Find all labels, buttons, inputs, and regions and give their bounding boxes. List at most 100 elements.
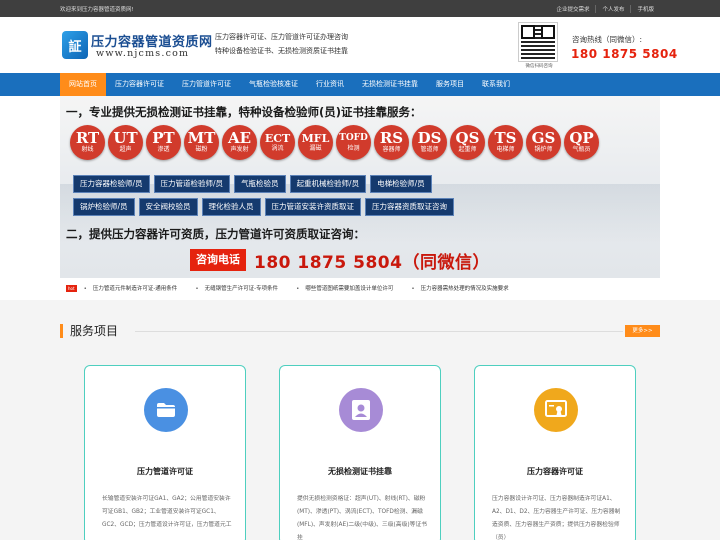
nav-services[interactable]: 服务项目 (427, 73, 473, 96)
main-nav: 网站首页 压力容器许可证 压力管道许可证 气瓶检验核准证 行业资讯 无损检测证书… (0, 73, 720, 96)
tag-boiler-inspector: 锅炉检验师/员 (73, 198, 135, 216)
circle-label: 渗透 (157, 146, 170, 153)
circle-label: 管道师 (420, 146, 439, 153)
circle-ts: TS 电梯师 (488, 125, 523, 160)
tag-crane-inspector: 起重机械检验师/员 (289, 175, 367, 193)
circle-tofd: TOFD 检测 (336, 125, 371, 160)
tag-elevator-inspector: 电梯检验师/员 (370, 175, 432, 193)
circle-abbr: ECT (264, 132, 291, 145)
site-logo[interactable]: 証 (62, 31, 88, 59)
site-header: 証 压力容器管道资质网 www.njcms.com 压力容器许可证、压力管道许可… (0, 17, 720, 73)
circle-abbr: RS (379, 129, 404, 147)
card-title: 无损检测证书挂靠 (328, 467, 392, 476)
circle-mt: MT 磁粉 (184, 125, 219, 160)
circle-label: 检测 (347, 145, 360, 152)
section-divider (135, 331, 623, 332)
folder-icon (144, 388, 188, 432)
circle-pt: PT 渗透 (146, 125, 181, 160)
ticker-item[interactable]: 哪些管道图纸需要加盖设计单位许可 (296, 284, 393, 292)
top-link-mobile[interactable]: 手机版 (630, 4, 660, 13)
hot-badge: hot (66, 284, 77, 292)
slogan-line-1: 压力容器许可证、压力管道许可证办理咨询 (215, 33, 348, 41)
nav-pressure-pipe-license[interactable]: 压力管道许可证 (173, 73, 240, 96)
hotline-label: 咨询热线（同微信）: (572, 35, 643, 44)
more-button[interactable]: 更多>> (625, 325, 660, 337)
circle-rt: RT 射线 (70, 125, 105, 160)
nav-cylinder-inspection[interactable]: 气瓶检验核准证 (240, 73, 307, 96)
nav-industry-news[interactable]: 行业资讯 (307, 73, 353, 96)
consult-number: 180 1875 5804（同微信） (254, 252, 490, 273)
circle-label: 磁粉 (195, 146, 208, 153)
circle-label: 电梯师 (496, 146, 515, 153)
ticker-item[interactable]: 压力管道元件制造许可证-通用条件 (84, 284, 178, 292)
user-icon (339, 388, 383, 432)
card-title: 压力管道许可证 (137, 467, 193, 476)
inspector-tags-row-2: 锅炉检验师/员 安全阀校验员 理化检验人员 压力管道安装许资质取证 压力容器资质… (73, 198, 455, 216)
circle-abbr: QS (455, 129, 480, 147)
nav-contact[interactable]: 联系我们 (473, 73, 519, 96)
circle-label: 射线 (81, 146, 94, 153)
circle-abbr: RT (75, 129, 100, 147)
circle-label: 漏磁 (309, 145, 322, 152)
circle-abbr: DS (417, 129, 442, 147)
circle-ut: UT 超声 (108, 125, 143, 160)
service-card-pipe-license[interactable]: 压力管道许可证 长输管道安装许可证GA1、GA2；公用管道安装许可证GB1、GB… (84, 365, 246, 540)
circle-label: 涡流 (271, 145, 284, 152)
circle-abbr: MT (187, 129, 216, 147)
circle-rs: RS 容器师 (374, 125, 409, 160)
news-ticker: hot 压力管道元件制造许可证-通用条件 无缝钢管生产许可证-专项条件 哪些管道… (60, 281, 660, 295)
nav-ndt-certificate[interactable]: 无损检测证书挂靠 (353, 73, 427, 96)
banner-heading-1: 一，专业提供无损检测证书挂靠，特种设备检验师(员)证书挂靠服务： (66, 105, 422, 119)
services-title: 服务项目 (60, 324, 118, 338)
circle-abbr: MFL (301, 132, 330, 145)
top-bar: 欢迎来到压力容器管道资质网! 企业提交需求 个人发布 手机版 (0, 0, 720, 17)
circle-abbr: TOFD (339, 133, 368, 143)
banner-heading-2: 二，提供压力容器许可资质，压力管道许可资质取证咨询： (66, 227, 365, 241)
tag-vessel-inspector: 压力容器检验师/员 (73, 175, 150, 193)
top-link-personal-post[interactable]: 个人发布 (595, 4, 630, 13)
tag-pipe-install: 压力管道安装许资质取证 (264, 198, 362, 216)
ticker-item[interactable]: 无缝钢管生产许可证-专项条件 (195, 284, 279, 292)
tag-physchem: 理化检验人员 (201, 198, 261, 216)
inspector-tags-row-1: 压力容器检验师/员 压力管道检验师/员 气瓶检验员 起重机械检验师/员 电梯检验… (73, 175, 432, 193)
circle-mfl: MFL 漏磁 (298, 125, 333, 160)
tag-vessel-qualification: 压力容器资质取证咨询 (365, 198, 455, 216)
circle-label: 锅炉师 (534, 146, 553, 153)
card-description: 提供无损检测资格证：超声(UT)、射线(RT)、磁粉(MT)、渗透(PT)、涡流… (297, 496, 428, 540)
circle-ds: DS 管道师 (412, 125, 447, 160)
service-card-ndt-certificate[interactable]: 无损检测证书挂靠 提供无损检测资格证：超声(UT)、射线(RT)、磁粉(MT)、… (279, 365, 441, 540)
card-title: 压力容器许可证 (527, 467, 583, 476)
circle-label: 气瓶员 (572, 146, 591, 153)
certificate-icon (534, 388, 578, 432)
tag-pipe-inspector: 压力管道检验师/员 (153, 175, 231, 193)
tag-cylinder-inspector: 气瓶检验员 (234, 175, 286, 193)
service-card-vessel-license[interactable]: 压力容器许可证 压力容器设计许可证、压力容器制造许可证A1、A2、D1、D2、压… (474, 365, 636, 540)
nav-home[interactable]: 网站首页 (60, 73, 106, 96)
circle-qp: QP 气瓶员 (564, 125, 599, 160)
circle-abbr: AE (227, 129, 252, 147)
slogan-line-2: 特种设备检验证书、无损检测资质证书挂靠 (215, 47, 348, 55)
circle-abbr: QP (569, 129, 594, 147)
circle-ae: AE 声发射 (222, 125, 257, 160)
circle-gs: GS 锅炉师 (526, 125, 561, 160)
circle-label: 容器师 (382, 146, 401, 153)
circle-abbr: GS (531, 129, 556, 147)
ndt-method-circles: RT 射线 UT 超声 PT 渗透 MT 磁粉 AE 声发射 ECT 涡流 MFL 漏磁 TO… (70, 125, 599, 160)
circle-abbr: TS (494, 129, 517, 147)
circle-label: 声发射 (230, 146, 249, 153)
card-description: 长输管道安装许可证GA1、GA2；公用管道安装许可证GB1、GB2；工业管道安装… (102, 496, 232, 528)
hotline-number: 180 1875 5804 (571, 47, 678, 61)
wechat-qr-code (518, 22, 558, 62)
top-links: 企业提交需求 个人发布 手机版 (550, 4, 660, 13)
consult-label: 咨询电话 (190, 249, 246, 271)
card-description: 压力容器设计许可证、压力容器制造许可证A1、A2、D1、D2、压力容器生产许可证… (492, 496, 621, 540)
top-link-submit-demand[interactable]: 企业提交需求 (550, 5, 595, 13)
ticker-item[interactable]: 压力容器需热处理的情况及实施要求 (411, 284, 509, 292)
welcome-text: 欢迎来到压力容器管道资质网! (60, 6, 134, 13)
nav-pressure-vessel-license[interactable]: 压力容器许可证 (106, 73, 173, 96)
circle-qs: QS 起重师 (450, 125, 485, 160)
circle-ect: ECT 涡流 (260, 125, 295, 160)
circle-abbr: UT (113, 129, 138, 147)
hero-banner[interactable]: 一，专业提供无损检测证书挂靠，特种设备检验师(员)证书挂靠服务： RT 射线 UT… (60, 96, 660, 278)
consult-phone: 咨询电话 180 1875 5804（同微信） (190, 249, 490, 273)
